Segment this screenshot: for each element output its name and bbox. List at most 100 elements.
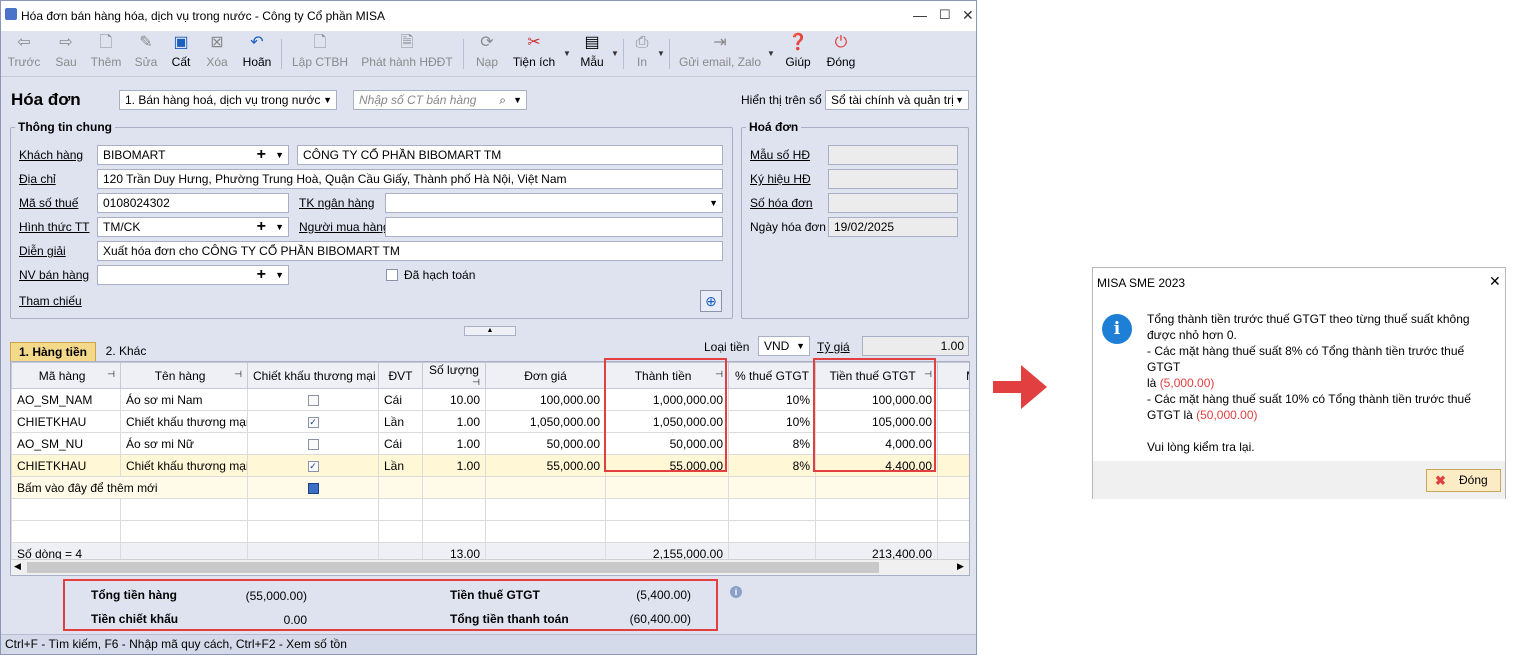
address-label: Địa chỉ	[19, 172, 56, 186]
customer-code-field[interactable]: BIBOMART + ▼	[97, 145, 289, 165]
edit-button[interactable]: ✎ Sửa	[129, 33, 163, 75]
page-title: Hóa đơn	[11, 90, 81, 109]
vat-total-value: (5,400.00)	[636, 588, 691, 602]
next-button[interactable]: ⇨ Sau	[49, 33, 83, 75]
zoom-icon[interactable]: ⊕	[700, 290, 722, 312]
col-header-vat-rate[interactable]: % thuế GTGT	[728, 362, 816, 389]
cell-name: Áo sơ mi Nữ	[120, 432, 248, 455]
symbol-label: Ký hiệu HĐ	[750, 172, 811, 186]
display-book-select[interactable]: Sổ tài chính và quản trị ▼	[825, 90, 969, 110]
close-icon[interactable]: ✕	[962, 7, 974, 24]
toolbar-separator	[281, 39, 282, 69]
col-header-price[interactable]: Đơn giá	[485, 362, 606, 389]
general-info-title: Thông tin chung	[15, 120, 115, 134]
utilities-button[interactable]: ✂ Tiện ích	[509, 33, 559, 75]
scroll-left-icon[interactable]: ◀	[14, 561, 21, 572]
prev-button[interactable]: ⇦ Trước	[7, 33, 41, 75]
scroll-right-icon[interactable]: ▶	[957, 561, 964, 572]
delete-icon: ⊠	[210, 34, 224, 51]
vat-total-label: Tiền thuế GTGT	[450, 588, 540, 602]
chevron-down-icon: ▼	[796, 341, 805, 351]
posted-checkbox[interactable]	[386, 269, 398, 281]
bank-account-select[interactable]: ▼	[385, 193, 723, 213]
sales-staff-field[interactable]: + ▼	[97, 265, 289, 285]
col-header-code[interactable]: Mã hàng ⊣	[11, 362, 121, 389]
discount-checkbox[interactable]: ✓	[307, 416, 319, 428]
chevron-down-icon[interactable]: ▼	[767, 49, 775, 58]
col-header-discount[interactable]: Chiết khấu thương mại	[247, 362, 379, 389]
doc-icon: 🗋	[313, 34, 327, 51]
discount-checkbox[interactable]	[307, 438, 319, 450]
currency-select[interactable]: VND ▼	[758, 336, 810, 356]
delete-button[interactable]: ⊠ Xóa	[201, 33, 233, 75]
cell-unit: Lần	[378, 454, 423, 477]
print-button[interactable]: ⎙ In	[629, 33, 655, 75]
plus-icon[interactable]: +	[257, 266, 266, 284]
app-icon	[5, 8, 17, 20]
col-header-unit[interactable]: ĐVT	[378, 362, 423, 389]
new-row-checkbox[interactable]	[307, 482, 319, 494]
add-button[interactable]: 🗋 Thêm	[89, 33, 123, 75]
dialog-line: GTGT là (50,000.00)	[1147, 408, 1258, 422]
save-button[interactable]: ▣ Cất	[167, 33, 195, 75]
customer-label: Khách hàng	[19, 148, 84, 162]
new-row[interactable]: Bấm vào đây để thêm mới	[11, 476, 969, 499]
col-header-name[interactable]: Tên hàng ⊣	[120, 362, 248, 389]
invoice-type-select[interactable]: 1. Bán hàng hoá, dịch vụ trong nước ▼	[119, 90, 337, 110]
minimize-icon[interactable]: —	[913, 7, 927, 23]
issue-icon: 🗎	[400, 34, 414, 51]
issue-hddt-button[interactable]: 🗎 Phát hành HĐĐT	[359, 33, 455, 75]
tab-other[interactable]: 2. Khác	[97, 342, 155, 362]
search-icon[interactable]: ⌕	[499, 91, 506, 109]
cell-name: Áo sơ mi Nam	[120, 388, 248, 411]
posted-label: Đã hạch toán	[404, 268, 476, 282]
template-button[interactable]: ▤ Mẫu	[575, 33, 609, 75]
horizontal-scrollbar[interactable]: ◀ ▶	[11, 559, 969, 575]
chevron-down-icon[interactable]: ▼	[563, 49, 571, 58]
maximize-icon[interactable]: ☐	[939, 7, 951, 23]
dialog-close-button[interactable]: ✖ Đóng	[1426, 469, 1501, 492]
chevron-down-icon[interactable]: ▼	[275, 218, 284, 236]
create-ctbh-button[interactable]: 🗋 Lập CTBH	[291, 33, 349, 75]
load-button[interactable]: ⟳ Nạp	[471, 33, 503, 75]
buyer-field[interactable]	[385, 217, 723, 237]
collapse-handle[interactable]: ▲	[464, 326, 516, 336]
dialog-close-icon[interactable]: ✕	[1489, 273, 1501, 290]
undo-button[interactable]: ↶ Hoãn	[239, 33, 275, 75]
discount-checkbox[interactable]: ✓	[307, 460, 319, 472]
col-header-more[interactable]: Mã	[937, 362, 969, 389]
send-button[interactable]: ⇥ Gửi email, Zalo	[677, 33, 763, 75]
chevron-down-icon[interactable]: ▼	[611, 49, 619, 58]
vat-highlight-box	[813, 358, 936, 472]
cell-discount	[247, 432, 379, 455]
address-field[interactable]: 120 Trần Duy Hưng, Phường Trung Hoà, Quậ…	[97, 169, 723, 189]
dialog-line: là (5,000.00)	[1147, 376, 1215, 390]
discount-checkbox[interactable]	[307, 394, 319, 406]
title-bar: Hóa đơn bán hàng hóa, dịch vụ trong nước…	[1, 1, 976, 31]
new-row-hint: Bấm vào đây để thêm mới	[11, 476, 248, 499]
plus-icon[interactable]: +	[257, 146, 266, 164]
chevron-down-icon[interactable]: ▼	[657, 49, 665, 58]
chevron-down-icon[interactable]: ▼	[275, 266, 284, 284]
scroll-thumb[interactable]	[27, 562, 879, 573]
close-button[interactable]: ⏻ Đóng	[823, 33, 859, 75]
window-title: Hóa đơn bán hàng hóa, dịch vụ trong nước…	[21, 9, 385, 23]
tab-goods[interactable]: 1. Hàng tiền	[10, 342, 96, 362]
tax-code-field[interactable]: 0108024302	[97, 193, 289, 213]
info-icon[interactable]: i	[730, 586, 742, 598]
description-field[interactable]: Xuất hóa đơn cho CÔNG TY CỔ PHẦN BIBOMAR…	[97, 241, 723, 261]
search-voucher-input[interactable]: Nhập số CT bán hàng ⌕ ▼	[353, 90, 527, 110]
payment-method-field[interactable]: TM/CK + ▼	[97, 217, 289, 237]
toolbar: ⇦ Trước ⇨ Sau 🗋 Thêm ✎ Sửa ▣ Cất ⊠ Xóa ↶ Hoãn 🗋…	[1, 31, 976, 77]
dialog-title: MISA SME 2023	[1097, 276, 1186, 290]
help-button[interactable]: ❓ Giúp	[781, 33, 815, 75]
cell-qty: 10.00	[422, 388, 486, 411]
plus-icon[interactable]: +	[257, 218, 266, 236]
chevron-down-icon[interactable]: ▼	[275, 146, 284, 164]
customer-name-field[interactable]: CÔNG TY CỔ PHẦN BIBOMART TM	[297, 145, 723, 165]
cell-name: Chiết khấu thương mại	[120, 454, 248, 477]
invoice-number-field	[828, 193, 958, 213]
status-bar: Ctrl+F - Tìm kiếm, F6 - Nhập mã quy cách…	[1, 634, 976, 654]
col-header-qty[interactable]: Số lượng ⊣	[422, 362, 486, 389]
chevron-down-icon[interactable]: ▼	[513, 91, 522, 109]
